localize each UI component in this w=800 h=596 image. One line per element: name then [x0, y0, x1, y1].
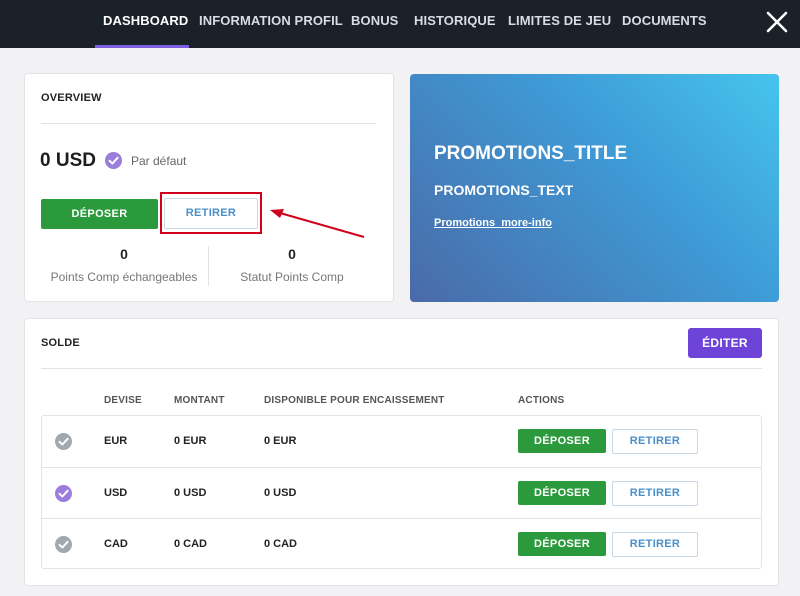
row-deposit-button[interactable]: DÉPOSER — [518, 429, 606, 453]
balance-divider — [41, 368, 762, 369]
row-amount: 0 EUR — [174, 435, 207, 447]
deposit-button[interactable]: DÉPOSER — [41, 199, 158, 229]
table-row: EUR 0 EUR 0 EUR DÉPOSER RETIRER — [42, 416, 761, 467]
row-deposit-button[interactable]: DÉPOSER — [518, 532, 606, 556]
row-currency: CAD — [104, 538, 128, 550]
row-withdraw-button[interactable]: RETIRER — [612, 532, 698, 557]
close-icon[interactable] — [764, 9, 790, 35]
promotions-title: PROMOTIONS_TITLE — [434, 143, 628, 164]
default-check-icon — [55, 485, 72, 502]
check-icon — [55, 536, 72, 553]
overview-divider — [41, 123, 376, 124]
check-icon — [55, 433, 72, 450]
column-header-currency: DEVISE — [104, 395, 142, 406]
overview-title: OVERVIEW — [41, 92, 102, 104]
row-withdraw-button[interactable]: RETIRER — [612, 429, 698, 454]
promotions-text: PROMOTIONS_TEXT — [434, 182, 574, 198]
top-nav-bar: DASHBOARD INFORMATION PROFIL BONUS HISTO… — [0, 0, 800, 48]
default-check-icon — [105, 152, 122, 169]
row-amount: 0 USD — [174, 487, 207, 499]
row-available: 0 EUR — [264, 435, 297, 447]
row-deposit-button[interactable]: DÉPOSER — [518, 481, 606, 505]
comp-points-label: Points Comp échangeables — [50, 270, 198, 284]
tab-documents[interactable]: DOCUMENTS — [622, 13, 707, 28]
active-tab-indicator — [95, 45, 189, 48]
row-available: 0 USD — [264, 487, 297, 499]
row-currency: EUR — [104, 435, 128, 447]
tab-dashboard[interactable]: DASHBOARD — [103, 13, 188, 28]
table-row: USD 0 USD 0 USD DÉPOSER RETIRER — [42, 467, 761, 518]
balance-title: SOLDE — [41, 337, 80, 349]
annotation-arrow-icon — [270, 209, 365, 238]
tab-limites-de-jeu[interactable]: LIMITES DE JEU — [508, 13, 611, 28]
balance-table: EUR 0 EUR 0 EUR DÉPOSER RETIRER USD 0 US… — [41, 415, 762, 569]
promotions-banner: PROMOTIONS_TITLE PROMOTIONS_TEXT Promoti… — [410, 74, 779, 302]
balance-amount: 0 USD — [40, 150, 96, 171]
comp-status-value: 0 — [288, 246, 296, 262]
row-withdraw-button[interactable]: RETIRER — [612, 481, 698, 506]
stats-divider — [208, 246, 209, 286]
column-header-actions: ACTIONS — [518, 395, 565, 406]
row-available: 0 CAD — [264, 538, 298, 550]
overview-card — [24, 73, 394, 302]
table-row: CAD 0 CAD 0 CAD DÉPOSER RETIRER — [42, 518, 761, 569]
tab-bonus[interactable]: BONUS — [351, 13, 398, 28]
column-header-available: DISPONIBLE POUR ENCAISSEMENT — [264, 395, 445, 406]
promotions-more-info-link[interactable]: Promotions_more-info — [434, 217, 552, 229]
edit-button[interactable]: ÉDITER — [688, 328, 762, 358]
comp-status-label: Statut Points Comp — [240, 270, 344, 284]
column-header-amount: MONTANT — [174, 395, 225, 406]
tab-information-profil[interactable]: INFORMATION PROFIL — [199, 13, 343, 28]
default-label: Par défaut — [131, 154, 187, 168]
tab-historique[interactable]: HISTORIQUE — [414, 13, 496, 28]
comp-points-value: 0 — [120, 246, 128, 262]
row-currency: USD — [104, 487, 128, 499]
withdraw-highlight-box — [160, 192, 262, 234]
row-amount: 0 CAD — [174, 538, 208, 550]
